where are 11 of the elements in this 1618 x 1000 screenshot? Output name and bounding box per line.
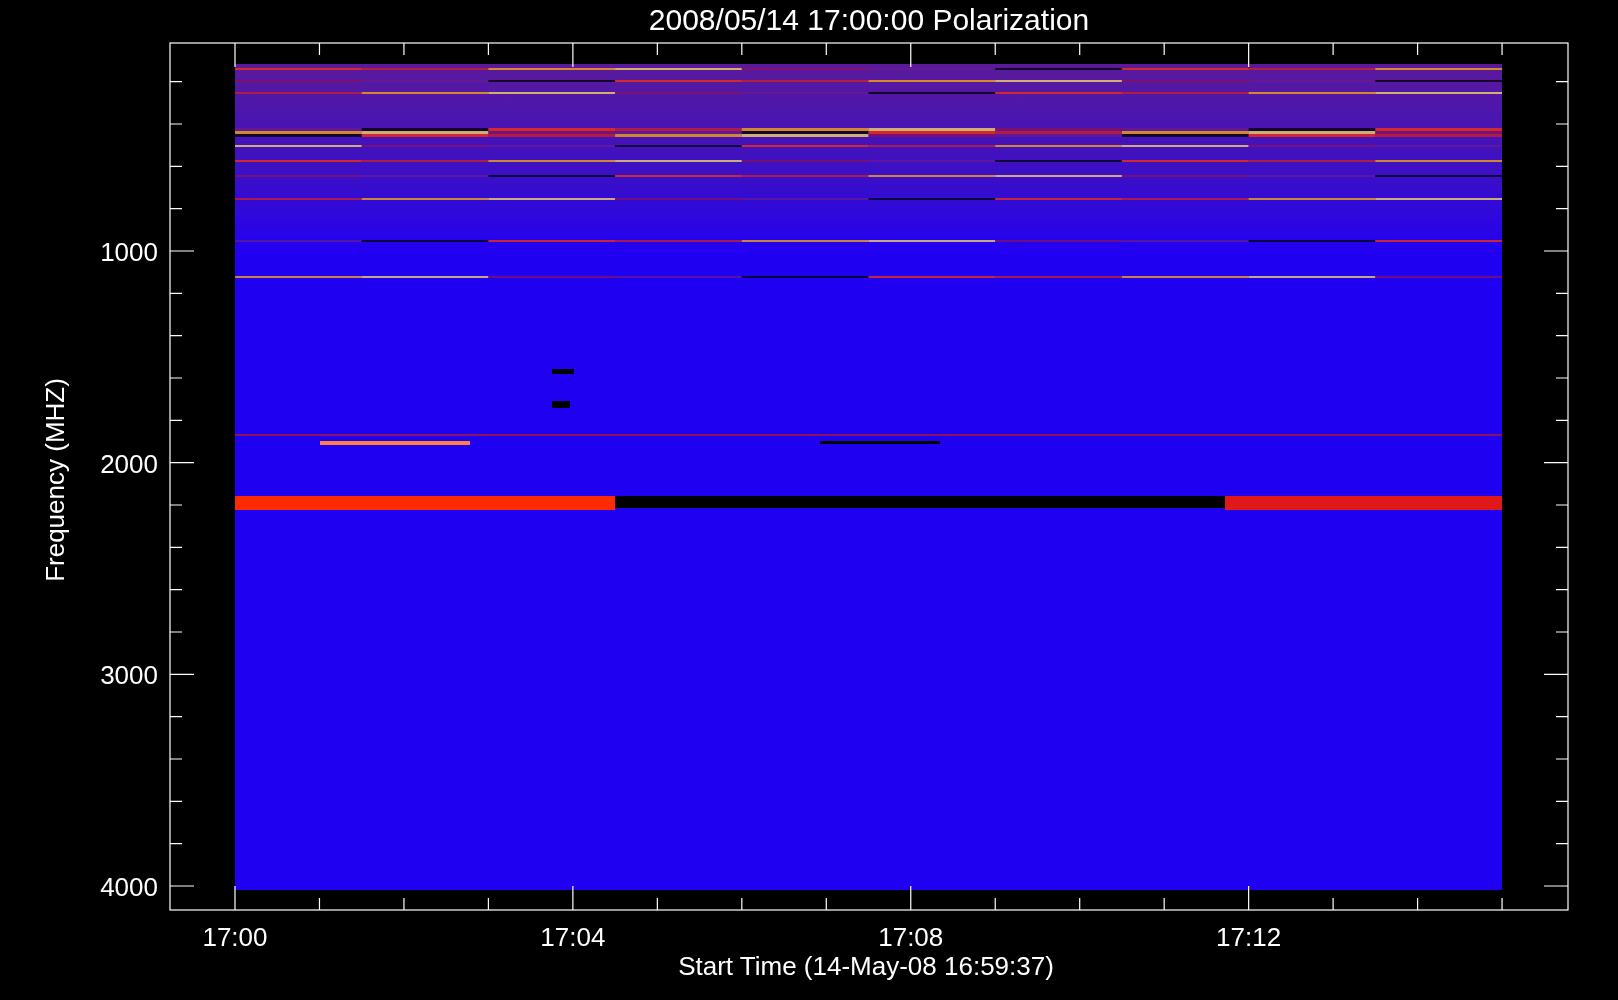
y-axis-label: Frequency (MHZ) (40, 378, 70, 582)
plot-title: 2008/05/14 17:00:00 Polarization (648, 3, 1090, 36)
tick-label: 17:08 (878, 922, 944, 952)
tick-label: 17:00 (202, 922, 268, 952)
tick-label: 4000 (100, 872, 158, 902)
x-axis-label: Start Time (14-May-08 16:59:37) (678, 951, 1054, 981)
tick-label: 1000 (100, 237, 158, 267)
tick-label: 17:12 (1216, 922, 1282, 952)
tick-label: 17:04 (540, 922, 606, 952)
tick-label: 2000 (100, 448, 158, 479)
tick-label: 3000 (100, 660, 158, 691)
